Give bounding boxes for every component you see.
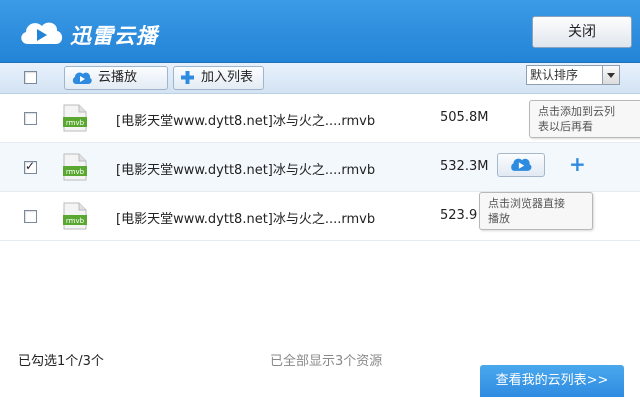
file-size: 505.8M xyxy=(440,110,489,125)
file-type-label: rmvb xyxy=(66,119,85,127)
row-checkbox[interactable] xyxy=(24,210,37,223)
cloud-play-logo-icon xyxy=(21,22,63,44)
cloud-play-label: 云播放 xyxy=(98,70,138,85)
file-row[interactable]: rmvb [电影天堂www.dytt8.net]冰与火之....rmvb 532… xyxy=(0,143,640,192)
sort-select[interactable]: 默认排序 xyxy=(526,65,620,85)
add-to-list-label: 加入列表 xyxy=(201,70,254,85)
rmvb-file-icon: rmvb xyxy=(63,153,87,181)
row-checkbox[interactable] xyxy=(24,159,37,174)
shown-all-status: 已全部显示3个资源 xyxy=(270,354,383,369)
sort-selected-value: 默认排序 xyxy=(530,68,579,82)
file-size: 532.3M xyxy=(440,159,489,174)
selected-count: 已勾选1个/3个 xyxy=(18,354,104,369)
rmvb-file-icon: rmvb xyxy=(63,104,87,132)
row-cloud-play-button[interactable] xyxy=(497,153,545,177)
plus-icon xyxy=(181,71,194,84)
title-bar: 迅雷云播 关闭 xyxy=(0,0,640,63)
toolbar: 云播放 加入列表 默认排序 xyxy=(0,63,640,94)
file-name: [电影天堂www.dytt8.net]冰与火之....rmvb xyxy=(116,114,376,129)
file-name: [电影天堂www.dytt8.net]冰与火之....rmvb xyxy=(116,163,376,178)
app-title: 迅雷云播 xyxy=(70,24,158,48)
play-tooltip: 点击浏览器直接 播放 xyxy=(479,192,593,230)
view-cloud-list-button[interactable]: 查看我的云列表>> xyxy=(480,365,624,397)
add-to-list-button[interactable]: 加入列表 xyxy=(173,66,264,90)
cloud-play-icon xyxy=(72,72,92,84)
row-checkbox[interactable] xyxy=(24,112,37,125)
file-type-label: rmvb xyxy=(66,168,85,176)
row-add-to-list-plus-icon[interactable]: + xyxy=(569,154,586,174)
cloud-play-icon xyxy=(511,158,532,171)
chevron-down-icon[interactable] xyxy=(602,66,619,84)
file-size: 523.9 xyxy=(440,208,478,223)
tooltip-line: 表以后再看 xyxy=(538,120,593,133)
close-button[interactable]: 关闭 xyxy=(532,16,632,48)
select-all-checkbox[interactable] xyxy=(24,71,37,84)
rmvb-file-icon: rmvb xyxy=(63,202,87,230)
tooltip-line: 点击浏览器直接 xyxy=(488,197,565,210)
file-name: [电影天堂www.dytt8.net]冰与火之....rmvb xyxy=(116,212,376,227)
tooltip-line: 播放 xyxy=(488,212,510,225)
cloud-play-button[interactable]: 云播放 xyxy=(64,66,168,90)
file-type-label: rmvb xyxy=(66,217,85,225)
tooltip-line: 点击添加到云列 xyxy=(538,105,615,118)
add-to-list-tooltip: 点击添加到云列 表以后再看 xyxy=(529,100,640,138)
